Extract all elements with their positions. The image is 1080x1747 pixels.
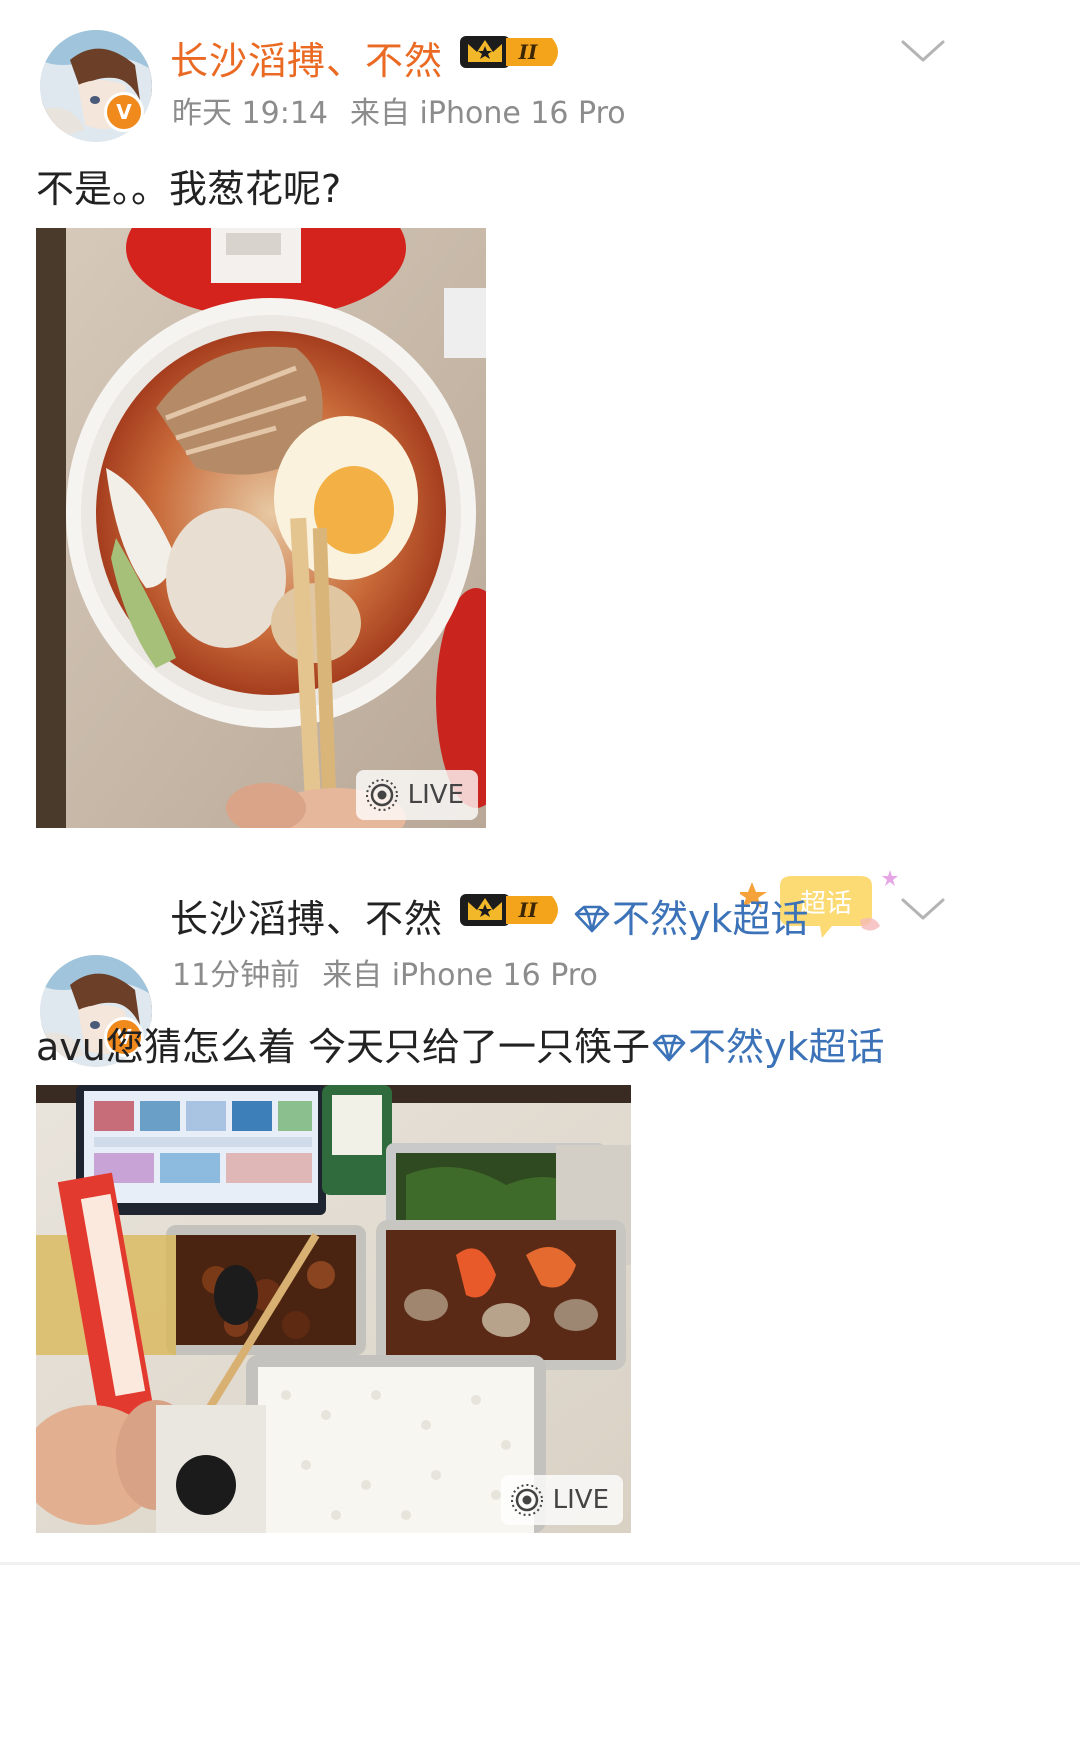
post-photo[interactable]: LIVE [36, 228, 486, 828]
level-badge-text: II [518, 898, 538, 922]
post-photo[interactable]: LIVE [36, 1085, 631, 1533]
post-meta: 昨天 19:14 来自 iPhone 16 Pro [172, 88, 626, 132]
live-photo-icon [364, 777, 400, 813]
crown-level-icon[interactable]: II [458, 30, 566, 74]
live-label: LIVE [552, 1485, 609, 1515]
post-text-body: avu您猜怎么着 今天只给了一只筷子 [36, 1025, 650, 1069]
post-source: 来自 iPhone 16 Pro [322, 958, 598, 993]
post-text: avu您猜怎么着 今天只给了一只筷子 不然yk超话 [36, 1016, 884, 1071]
post-topic-name: 不然yk超话 [687, 1025, 885, 1069]
feed-divider [0, 1562, 1080, 1565]
supertopic-link[interactable]: 不然yk超话 [572, 888, 809, 943]
verified-badge-icon: V [104, 92, 144, 132]
author-name[interactable]: 长沙滔搏、不然 [170, 30, 443, 85]
weibo-post-1: V 长沙滔搏、不然 II 昨天 19:14 来自 iPhone 16 Pro 不是… [0, 0, 1080, 945]
post-time: 昨天 19:14 [172, 96, 328, 131]
chevron-down-icon[interactable] [900, 896, 946, 924]
supertopic-name: 不然yk超话 [612, 897, 809, 941]
post-topic-link[interactable]: 不然yk超话 [650, 1025, 885, 1069]
post-source: 来自 iPhone 16 Pro [350, 96, 626, 131]
post-time: 11分钟前 [172, 958, 301, 993]
post-text: 不是。。我葱花呢? [36, 167, 342, 211]
level-badge-text: II [518, 40, 538, 64]
author-name-2[interactable]: 长沙滔搏、不然 [170, 888, 443, 943]
chevron-down-icon[interactable] [900, 38, 946, 66]
live-photo-icon [509, 1482, 545, 1518]
supertopic-gem-icon [572, 904, 612, 934]
live-photo-badge: LIVE [500, 1475, 623, 1525]
live-photo-badge: LIVE [355, 770, 478, 820]
post-meta: 11分钟前 来自 iPhone 16 Pro [172, 950, 598, 994]
crown-level-icon[interactable]: II [458, 888, 566, 932]
live-label: LIVE [407, 780, 464, 810]
supertopic-gem-icon [650, 1033, 688, 1063]
